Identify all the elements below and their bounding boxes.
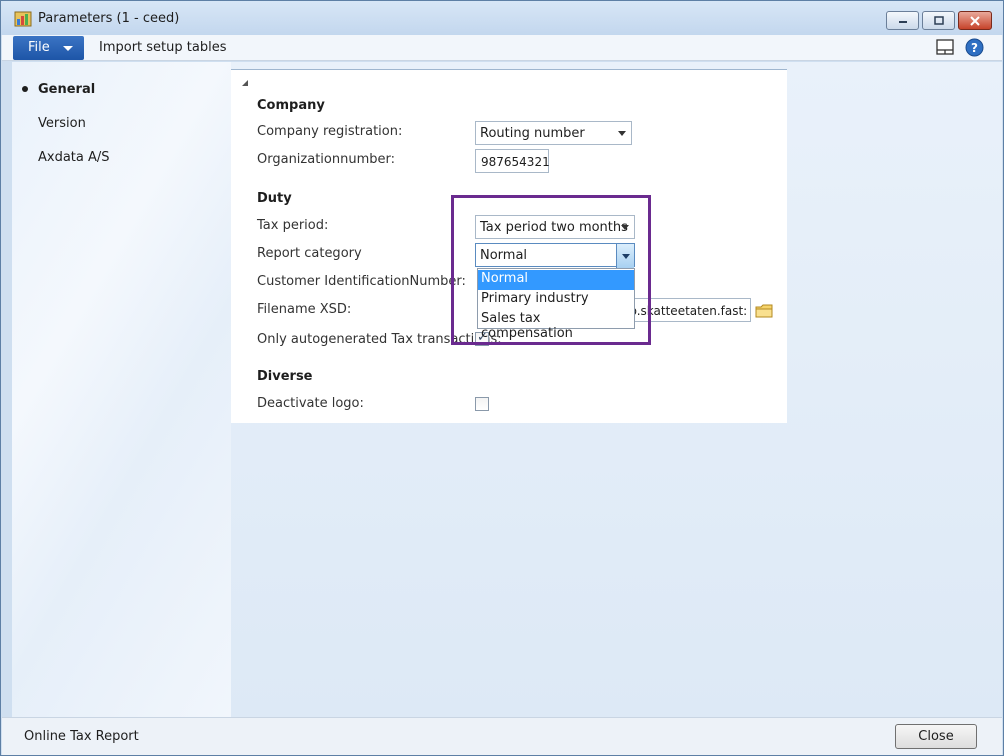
status-text: Online Tax Report bbox=[24, 729, 139, 744]
org-number-value: 987654321 bbox=[481, 155, 550, 169]
filename-xsd-label: Filename XSD: bbox=[257, 302, 352, 317]
close-button[interactable]: Close bbox=[895, 724, 977, 749]
org-number-label: Organizationnumber: bbox=[257, 152, 395, 167]
svg-text:?: ? bbox=[971, 41, 978, 55]
tax-period-label: Tax period: bbox=[257, 218, 329, 233]
folder-icon[interactable] bbox=[755, 304, 773, 318]
nav-item-version[interactable]: Version bbox=[38, 116, 86, 131]
duty-heading: Duty bbox=[257, 191, 292, 206]
title-bar: Parameters (1 - ceed) bbox=[1, 1, 1003, 35]
file-menu-label: File bbox=[28, 40, 50, 55]
org-number-input[interactable]: 987654321 bbox=[475, 149, 550, 173]
collapse-icon[interactable] bbox=[242, 80, 248, 86]
active-bullet-icon bbox=[22, 86, 28, 92]
import-setup-tables-button[interactable]: Import setup tables bbox=[99, 40, 226, 55]
maximize-icon bbox=[933, 15, 944, 25]
minimize-icon bbox=[898, 20, 907, 23]
left-navigation: General Version Axdata A/S bbox=[12, 62, 231, 717]
customer-id-label: Customer IdentificationNumber: bbox=[257, 274, 466, 289]
company-registration-value: Routing number bbox=[480, 126, 585, 141]
deactivate-logo-checkbox[interactable] bbox=[475, 397, 489, 411]
close-window-button[interactable] bbox=[958, 11, 992, 30]
app-icon bbox=[14, 11, 32, 27]
parameters-window: Parameters (1 - ceed) File Import setup … bbox=[0, 0, 1004, 756]
report-category-label: Report category bbox=[257, 246, 362, 261]
window-title: Parameters (1 - ceed) bbox=[38, 11, 180, 26]
chevron-down-icon bbox=[618, 131, 626, 136]
help-icon[interactable]: ? bbox=[965, 38, 984, 57]
minimize-button[interactable] bbox=[886, 11, 919, 30]
highlight-box bbox=[451, 195, 651, 345]
status-bar: Online Tax Report Close bbox=[2, 717, 1002, 755]
menu-bar: File Import setup tables ? bbox=[2, 35, 1002, 61]
chevron-down-icon bbox=[63, 46, 73, 51]
layout-icon[interactable] bbox=[936, 39, 954, 55]
close-icon bbox=[970, 15, 980, 26]
nav-item-axdata[interactable]: Axdata A/S bbox=[38, 150, 110, 165]
company-heading: Company bbox=[257, 98, 325, 113]
company-registration-select[interactable]: Routing number bbox=[475, 121, 632, 145]
company-registration-label: Company registration: bbox=[257, 124, 403, 139]
diverse-heading: Diverse bbox=[257, 369, 313, 384]
nav-item-general[interactable]: General bbox=[38, 82, 95, 97]
file-menu-button[interactable]: File bbox=[13, 36, 84, 60]
deactivate-logo-label: Deactivate logo: bbox=[257, 396, 364, 411]
maximize-button[interactable] bbox=[922, 11, 955, 30]
